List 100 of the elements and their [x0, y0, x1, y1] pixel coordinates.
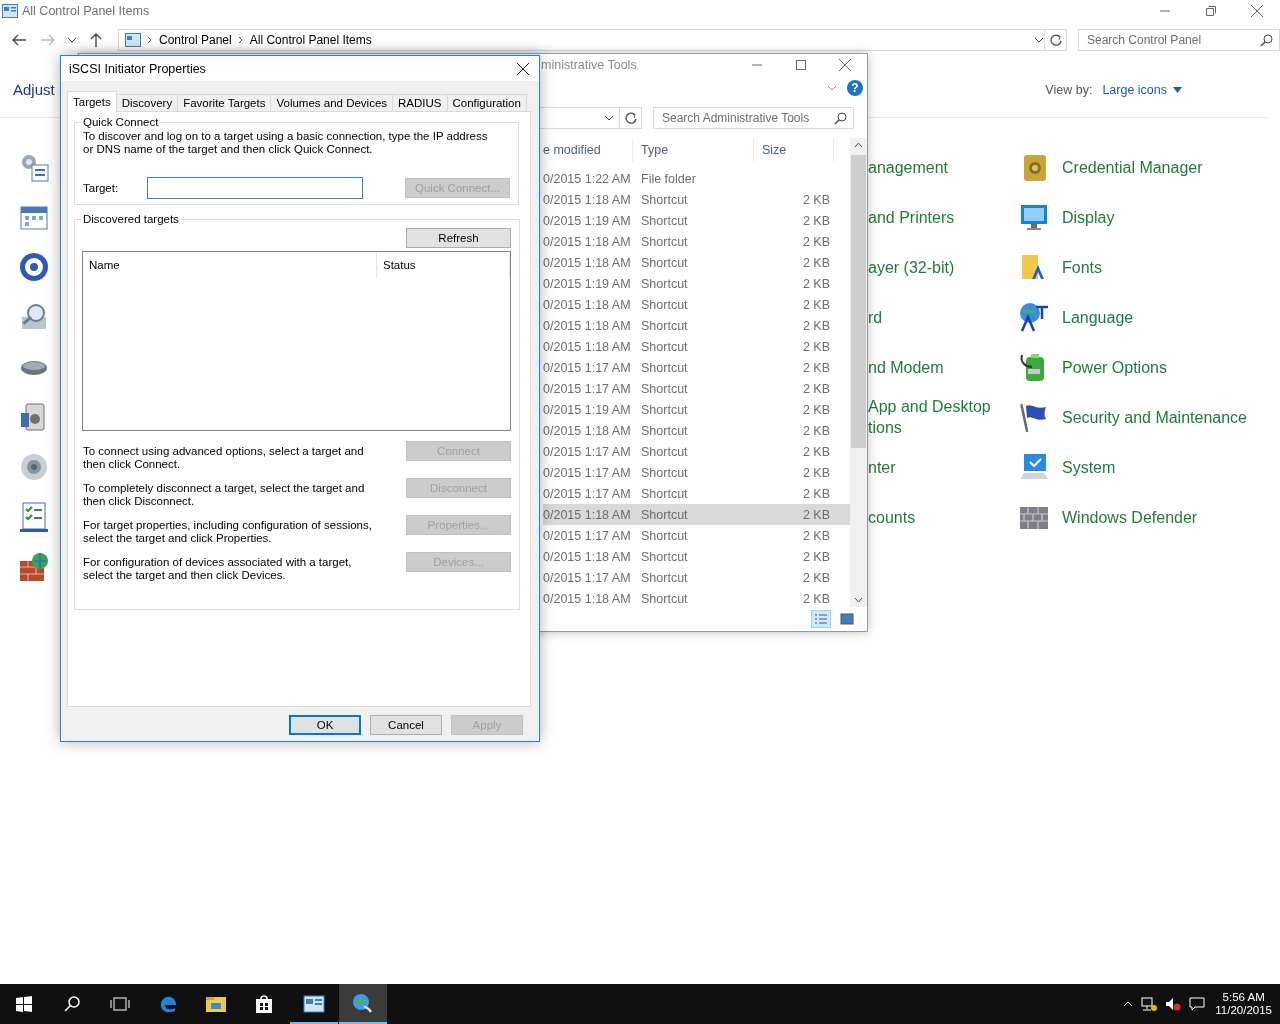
settings-link[interactable]: Power Options	[1018, 351, 1167, 383]
network-icon[interactable]	[1141, 997, 1158, 1011]
dialog-button[interactable]: Cancel	[370, 715, 442, 735]
store-bag-icon	[254, 994, 274, 1014]
settings-link[interactable]: Credential Manager	[1018, 151, 1203, 183]
table-cell-text: 2 KB	[801, 444, 830, 459]
settings-link[interactable]: App and Desktop tions	[868, 396, 991, 438]
settings-link[interactable]: Language	[1018, 301, 1134, 333]
column-header[interactable]: Name	[83, 252, 377, 278]
chevron-down-icon[interactable]	[827, 85, 837, 91]
settings-link[interactable]: counts	[868, 506, 916, 528]
settings-link[interactable]: anagement	[868, 156, 949, 178]
file-row[interactable]: 0/2015 1:22 AM File folder	[543, 168, 850, 189]
item-label: Security and Maintenance	[1062, 407, 1247, 428]
file-row[interactable]: 0/2015 1:17 AM Shortcut 2 KB	[543, 462, 850, 483]
view-by-dropdown[interactable]: Large icons	[1102, 82, 1182, 97]
settings-link[interactable]: ayer (32-bit)	[868, 256, 955, 278]
column-header[interactable]: e modified	[543, 138, 633, 162]
tab[interactable]: Targets	[67, 91, 117, 112]
column-header[interactable]: Status	[377, 252, 510, 278]
chevron-down-icon	[604, 115, 614, 121]
settings-link[interactable]: nd Modem	[868, 356, 944, 378]
file-row[interactable]: 0/2015 1:17 AM Shortcut 2 KB	[543, 525, 850, 546]
chevron-down-icon	[1034, 37, 1044, 43]
notification-icon[interactable]	[1189, 997, 1206, 1011]
dialog-button[interactable]: OK	[289, 715, 361, 735]
table-cell-text: 2 KB	[801, 318, 830, 333]
up-arrow-icon	[88, 32, 104, 48]
file-row[interactable]: 0/2015 1:18 AM Shortcut 2 KB	[543, 504, 850, 525]
table-cell-text: Shortcut	[640, 234, 689, 249]
file-row[interactable]: 0/2015 1:19 AM Shortcut 2 KB	[543, 399, 850, 420]
file-row[interactable]: 0/2015 1:18 AM Shortcut 2 KB	[543, 315, 850, 336]
table-cell-text: 2 KB	[801, 255, 830, 270]
table-cell-text: Shortcut	[640, 192, 689, 207]
tab[interactable]: Configuration	[446, 94, 527, 112]
item-label: Fonts	[1062, 257, 1102, 278]
file-row[interactable]: 0/2015 1:17 AM Shortcut 2 KB	[543, 483, 850, 504]
search-icon	[1260, 33, 1273, 47]
large-icons-view-button[interactable]	[837, 610, 857, 628]
breadcrumb-item[interactable]: Control Panel	[159, 33, 232, 47]
file-row[interactable]: 0/2015 1:19 AM Shortcut 2 KB	[543, 210, 850, 231]
settings-link[interactable]: nter	[868, 456, 896, 478]
close-icon	[839, 59, 851, 71]
file-row[interactable]: 0/2015 1:18 AM Shortcut 2 KB	[543, 546, 850, 567]
file-row[interactable]: 0/2015 1:17 AM Shortcut 2 KB	[543, 567, 850, 588]
table-cell-text: 2 KB	[801, 507, 830, 522]
breadcrumb-item[interactable]: All Control Panel Items	[249, 33, 372, 47]
network-globe-icon	[352, 993, 374, 1015]
table-cell-text: 0/2015 1:18 AM	[543, 549, 632, 564]
tab[interactable]: Discovery	[115, 94, 179, 112]
table-cell-text: 2 KB	[801, 276, 830, 291]
tab[interactable]: Favorite Targets	[177, 94, 272, 112]
file-row[interactable]: 0/2015 1:18 AM Shortcut 2 KB	[543, 231, 850, 252]
targets-list[interactable]: Name Status	[82, 251, 511, 431]
file-row[interactable]: 0/2015 1:17 AM Shortcut 2 KB	[543, 378, 850, 399]
item-label: Language	[1062, 307, 1134, 328]
close-icon	[517, 62, 529, 75]
file-row[interactable]: 0/2015 1:17 AM Shortcut 2 KB	[543, 441, 850, 462]
clock[interactable]: 5:56 AM 11/20/2015	[1213, 991, 1274, 1017]
settings-link[interactable]: System	[1018, 451, 1116, 483]
table-cell-text: Shortcut	[640, 444, 689, 459]
settings-link[interactable]: rd	[868, 306, 883, 328]
table-cell-text: 0/2015 1:18 AM	[543, 255, 632, 270]
refresh-button[interactable]: Refresh	[406, 228, 511, 248]
table-cell-text: Shortcut	[640, 318, 689, 333]
chevron-down-icon	[67, 37, 77, 43]
table-cell-text: Shortcut	[640, 549, 689, 564]
column-header[interactable]: Size	[754, 138, 834, 162]
settings-link[interactable]: Display	[1018, 201, 1115, 233]
column-header[interactable]: Type	[633, 138, 754, 162]
task-view-icon	[110, 996, 130, 1012]
file-row[interactable]: 0/2015 1:18 AM Shortcut 2 KB	[543, 336, 850, 357]
item-label: Credential Manager	[1062, 157, 1203, 178]
file-row[interactable]: 0/2015 1:18 AM Shortcut 2 KB	[543, 189, 850, 210]
target-input[interactable]	[147, 177, 363, 199]
file-row[interactable]: 0/2015 1:18 AM Shortcut 2 KB	[543, 420, 850, 441]
table-cell-text: 0/2015 1:19 AM	[543, 276, 632, 291]
settings-link[interactable]: Windows Defender	[1018, 501, 1198, 533]
table-cell-text: 2 KB	[801, 234, 830, 249]
help-button[interactable]: ?	[847, 80, 863, 96]
scrollbar-thumb[interactable]	[851, 155, 866, 448]
item-label: Windows Defender	[1062, 507, 1198, 528]
search-field[interactable]: Search Administrative Tools	[653, 107, 854, 129]
chevron-up-icon[interactable]	[1123, 1001, 1134, 1007]
group-title: Discovered targets	[82, 213, 180, 225]
search-field[interactable]: Search Control Panel	[1078, 29, 1280, 51]
table-cell-text: 0/2015 1:18 AM	[543, 507, 632, 522]
address-field[interactable]: Control Panel All Control Panel Items	[118, 29, 1045, 51]
file-row[interactable]: 0/2015 1:19 AM Shortcut 2 KB	[543, 273, 850, 294]
scrollbar[interactable]	[850, 138, 867, 607]
refresh-button[interactable]	[1045, 29, 1067, 51]
settings-link[interactable]: and Printers	[868, 206, 955, 228]
settings-link[interactable]: Fonts	[1018, 251, 1102, 283]
file-row[interactable]: 0/2015 1:18 AM Shortcut 2 KB	[543, 294, 850, 315]
volume-muted-icon[interactable]	[1165, 997, 1182, 1011]
file-row[interactable]: 0/2015 1:18 AM Shortcut 2 KB	[543, 252, 850, 273]
refresh-button[interactable]	[620, 107, 642, 129]
settings-link[interactable]: Security and Maintenance	[1018, 401, 1247, 433]
file-row[interactable]: 0/2015 1:17 AM Shortcut 2 KB	[543, 357, 850, 378]
file-row[interactable]: 0/2015 1:18 AM Shortcut 2 KB	[543, 588, 850, 609]
